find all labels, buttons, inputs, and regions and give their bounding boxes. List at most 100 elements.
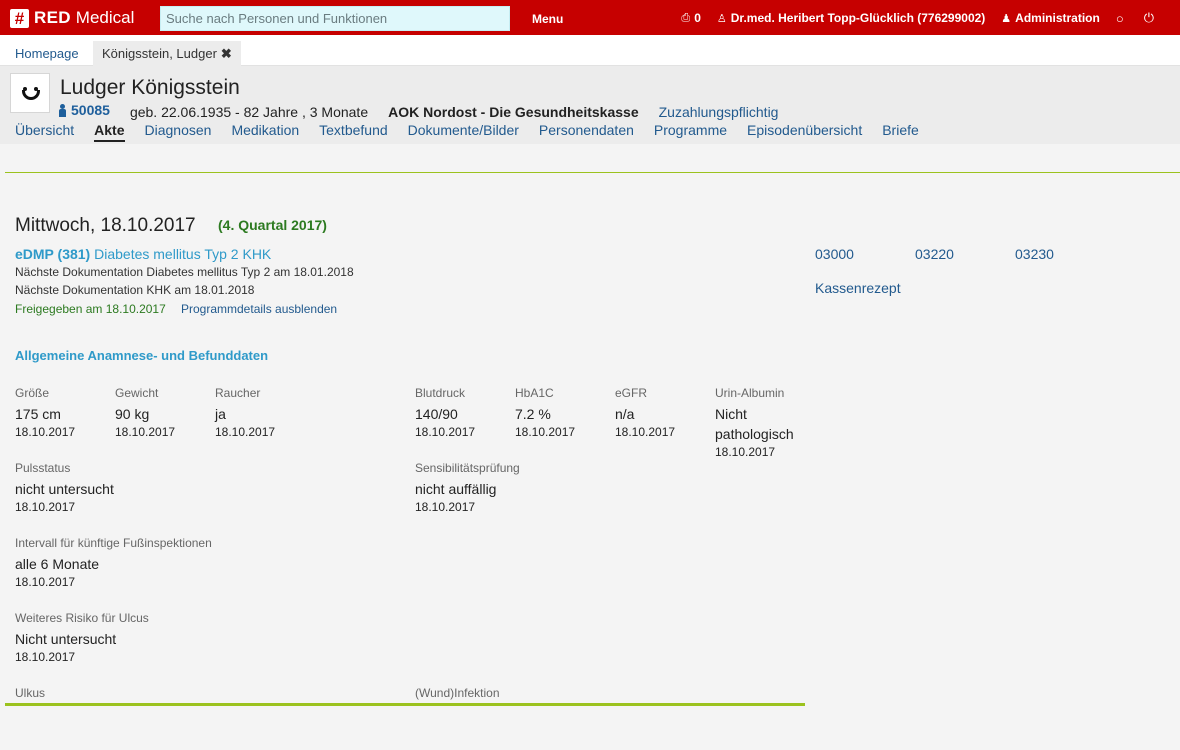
- logout-button[interactable]: ⏻: [1144, 10, 1158, 26]
- field-value: n/a: [615, 406, 635, 422]
- nav-episodenuebersicht[interactable]: Episodenübersicht: [747, 122, 862, 142]
- patient-name: Ludger Königsstein: [60, 76, 240, 99]
- billing-code-03000[interactable]: 03000: [815, 246, 854, 262]
- field-date: 18.10.2017: [15, 500, 76, 514]
- logo-hash-icon: #: [10, 8, 29, 28]
- field-label: Pulsstatus: [15, 461, 71, 475]
- top-right-actions: ⎙ 0 ♙ Dr.med. Heribert Topp-Glücklich (7…: [665, 10, 1158, 26]
- released-status: Freigegeben am 18.10.2017: [15, 302, 166, 316]
- field-sensibilitaet: Sensibilitätsprüfung nicht auffällig 18.…: [415, 461, 520, 514]
- field-value: 7.2 %: [515, 406, 551, 422]
- program-name: Diabetes mellitus Typ 2 KHK: [94, 246, 272, 262]
- field-value: Nicht pathologisch: [715, 404, 794, 444]
- field-ulcus-risiko: Weiteres Risiko für Ulcus Nicht untersuc…: [15, 611, 149, 664]
- nav-diagnosen[interactable]: Diagnosen: [145, 122, 212, 142]
- administration-button[interactable]: ♟ Administration: [1001, 11, 1100, 25]
- app-logo[interactable]: # RED Medical: [10, 7, 134, 29]
- smiley-mouth: [22, 90, 40, 100]
- chat-button[interactable]: ○: [1116, 11, 1128, 26]
- user-name: Dr.med. Heribert Topp-Glücklich (7762990…: [730, 11, 986, 25]
- search-input[interactable]: [160, 6, 510, 31]
- field-value: 175 cm: [15, 406, 61, 422]
- field-value: 90 kg: [115, 406, 150, 422]
- nav-programme[interactable]: Programme: [654, 122, 727, 142]
- program-link[interactable]: eDMP (381) Diabetes mellitus Typ 2 KHK: [15, 246, 271, 262]
- field-date: 18.10.2017: [15, 650, 76, 664]
- field-hba1c: HbA1C 7.2 % 18.10.2017: [515, 386, 575, 439]
- field-label: eGFR: [615, 386, 648, 400]
- field-label: Gewicht: [115, 386, 159, 400]
- field-date: 18.10.2017: [715, 445, 776, 459]
- divider: [5, 172, 1180, 173]
- field-wundinfektion: (Wund)Infektion: [415, 686, 500, 700]
- section-title: Allgemeine Anamnese- und Befunddaten: [15, 348, 269, 363]
- patient-info: 50085 geb. 22.06.1935 - 82 Jahre , 3 Mon…: [58, 102, 778, 120]
- field-date: 18.10.2017: [415, 500, 476, 514]
- field-blutdruck: Blutdruck 140/90 18.10.2017: [415, 386, 475, 439]
- nav-medikation[interactable]: Medikation: [231, 122, 299, 142]
- user-menu[interactable]: ♙ Dr.med. Heribert Topp-Glücklich (77629…: [717, 11, 985, 25]
- field-label: Raucher: [215, 386, 261, 400]
- field-date: 18.10.2017: [515, 425, 576, 439]
- field-raucher: Raucher ja 18.10.2017: [215, 386, 275, 439]
- field-label: Blutdruck: [415, 386, 466, 400]
- field-label: Intervall für künftige Fußinspektionen: [15, 536, 212, 550]
- field-label: (Wund)Infektion: [415, 686, 500, 700]
- field-date: 18.10.2017: [15, 425, 76, 439]
- billing-code-03220[interactable]: 03220: [915, 246, 954, 262]
- field-label: Weiteres Risiko für Ulcus: [15, 611, 149, 625]
- patient-id-number: 50085: [71, 102, 110, 118]
- menu-button[interactable]: Menu: [532, 12, 563, 26]
- field-pulsstatus: Pulsstatus nicht untersucht 18.10.2017: [15, 461, 114, 514]
- patient-id[interactable]: 50085: [58, 102, 110, 118]
- nav-uebersicht[interactable]: Übersicht: [15, 122, 74, 142]
- person-icon: [58, 103, 67, 117]
- nav-briefe[interactable]: Briefe: [882, 122, 919, 142]
- field-date: 18.10.2017: [115, 425, 176, 439]
- field-intervall: Intervall für künftige Fußinspektionen a…: [15, 536, 212, 589]
- field-label: Ulkus: [15, 686, 46, 700]
- field-label: HbA1C: [515, 386, 554, 400]
- entry-date: Mittwoch, 18.10.2017: [15, 215, 196, 236]
- copay-link[interactable]: Zuzahlungspflichtig: [659, 104, 779, 120]
- patient-header: Ludger Königsstein 50085 geb. 22.06.1935…: [0, 66, 1180, 144]
- print-count: 0: [694, 11, 701, 25]
- field-value: 140/90: [415, 406, 458, 422]
- field-gewicht: Gewicht 90 kg 18.10.2017: [115, 386, 175, 439]
- top-bar: # RED Medical Menu ⎙ 0 ♙ Dr.med. Heriber…: [0, 0, 1180, 35]
- tab-patient[interactable]: Königsstein, Ludger ✖: [93, 41, 241, 66]
- user-md-icon: ♙: [716, 12, 727, 25]
- field-value-line2: pathologisch: [715, 426, 794, 442]
- print-queue-button[interactable]: ⎙ 0: [681, 11, 701, 25]
- users-icon: ♟: [1001, 12, 1012, 25]
- patient-nav: Übersicht Akte Diagnosen Medikation Text…: [15, 122, 939, 142]
- nav-textbefund[interactable]: Textbefund: [319, 122, 388, 142]
- nav-personendaten[interactable]: Personendaten: [539, 122, 634, 142]
- prescription-link[interactable]: Kassenrezept: [815, 280, 901, 296]
- field-date: 18.10.2017: [615, 425, 676, 439]
- field-value: ja: [215, 406, 226, 422]
- field-urin-albumin: Urin-Albumin Nicht pathologisch 18.10.201…: [715, 386, 794, 459]
- nav-dokumente[interactable]: Dokumente/Bilder: [408, 122, 519, 142]
- field-date: 18.10.2017: [15, 575, 76, 589]
- nav-akte[interactable]: Akte: [94, 122, 125, 142]
- billing-code-03230[interactable]: 03230: [1015, 246, 1054, 262]
- field-value: Nicht untersucht: [15, 631, 117, 647]
- patient-birth: geb. 22.06.1935 - 82 Jahre , 3 Monate: [129, 103, 369, 120]
- progress-line: [5, 703, 805, 706]
- logo-medical-text: Medical: [75, 8, 135, 27]
- field-label: Sensibilitätsprüfung: [415, 461, 520, 475]
- field-date: 18.10.2017: [215, 425, 276, 439]
- tabs-bar: Homepage Königsstein, Ludger ✖: [0, 35, 1180, 66]
- avatar: [10, 73, 50, 113]
- hide-program-details-link[interactable]: Programmdetails ausblenden: [181, 302, 337, 316]
- next-doc-diabetes: Nächste Dokumentation Diabetes mellitus …: [15, 265, 354, 279]
- field-label: Urin-Albumin: [715, 386, 785, 400]
- close-icon[interactable]: ✖: [221, 46, 232, 61]
- tab-homepage[interactable]: Homepage: [6, 41, 88, 66]
- field-value: nicht untersucht: [15, 481, 114, 497]
- tab-patient-label: Königsstein, Ludger: [102, 46, 217, 61]
- power-icon: ⏻: [1143, 10, 1154, 25]
- field-value: nicht auffällig: [415, 481, 497, 497]
- printer-icon: ⎙: [681, 11, 691, 24]
